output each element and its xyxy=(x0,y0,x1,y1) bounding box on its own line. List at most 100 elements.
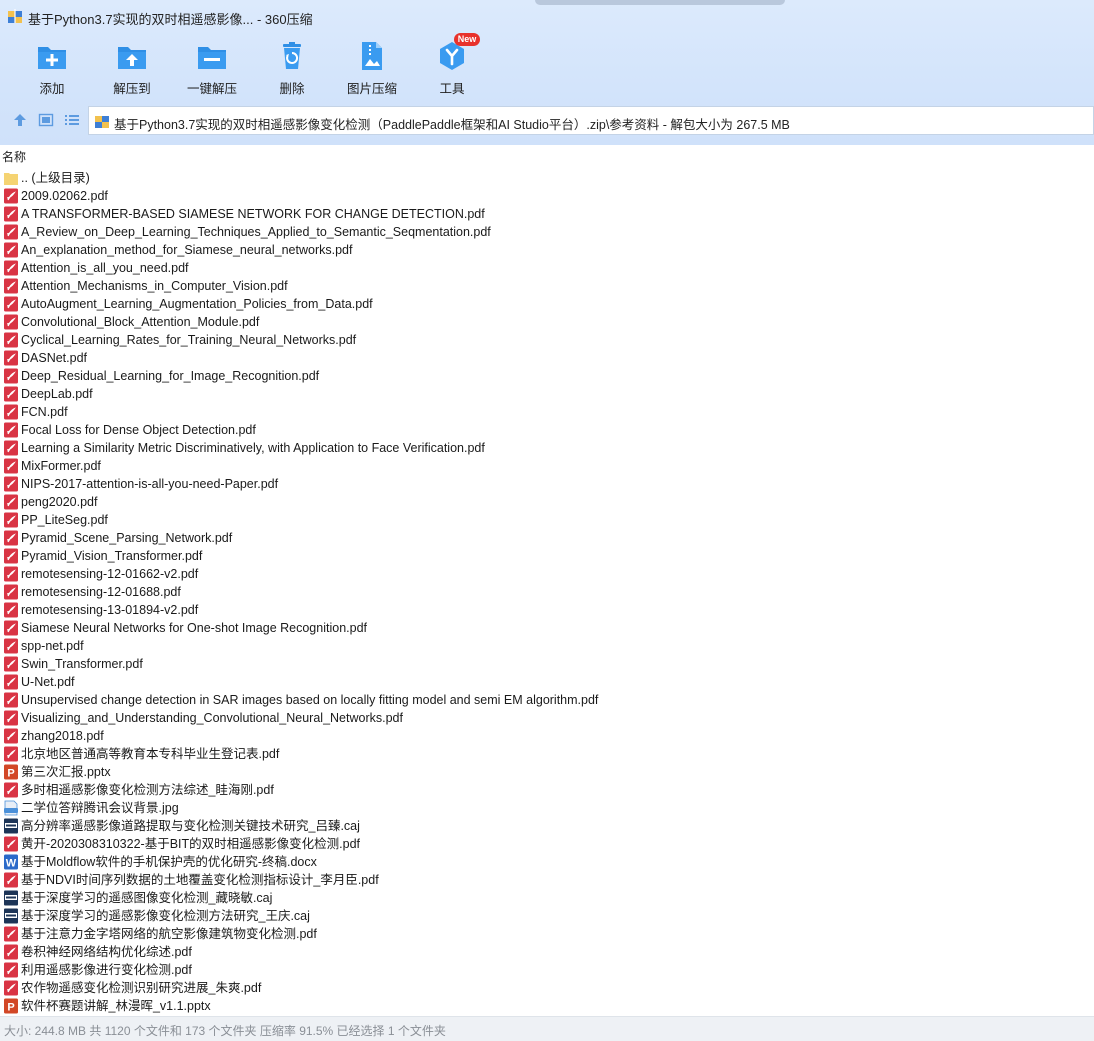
parent-directory-row[interactable]: .. (上级目录) xyxy=(0,169,1094,187)
list-view-icon[interactable] xyxy=(64,112,80,128)
file-row[interactable]: Attention_is_all_you_need.pdf xyxy=(0,259,1094,277)
file-row[interactable]: DeepLab.pdf xyxy=(0,385,1094,403)
file-row[interactable]: 北京地区普通高等教育本专科毕业生登记表.pdf xyxy=(0,745,1094,763)
file-name: Pyramid_Scene_Parsing_Network.pdf xyxy=(21,531,233,545)
file-row[interactable]: U-Net.pdf xyxy=(0,673,1094,691)
file-row[interactable]: spp-net.pdf xyxy=(0,637,1094,655)
file-row[interactable]: peng2020.pdf xyxy=(0,493,1094,511)
file-row[interactable]: 二学位答辩腾讯会议背景.jpg xyxy=(0,799,1094,817)
folder-file-icon xyxy=(3,170,19,186)
file-row[interactable]: Swin_Transformer.pdf xyxy=(0,655,1094,673)
file-row[interactable]: FCN.pdf xyxy=(0,403,1094,421)
file-row[interactable]: MixFormer.pdf xyxy=(0,457,1094,475)
file-name: Swin_Transformer.pdf xyxy=(21,657,143,671)
pdf-file-icon xyxy=(3,944,19,960)
file-name: 软件杯赛题讲解_林漫晖_v1.1.pptx xyxy=(21,999,211,1013)
file-row[interactable]: 基于NDVI时间序列数据的土地覆盖变化检测指标设计_李月臣.pdf xyxy=(0,871,1094,889)
file-row[interactable]: Pyramid_Vision_Transformer.pdf xyxy=(0,547,1094,565)
add-button[interactable]: 添加 xyxy=(12,36,92,98)
file-name: 基于Moldflow软件的手机保护壳的优化研究-终稿.docx xyxy=(21,855,317,869)
file-row[interactable]: 利用遥感影像进行变化检测.pdf xyxy=(0,961,1094,979)
pdf-file-icon xyxy=(3,638,19,654)
pdf-file-icon xyxy=(3,404,19,420)
thumbnail-view-icon[interactable] xyxy=(38,112,54,128)
column-header-name[interactable]: 名称 xyxy=(0,146,1094,164)
file-row[interactable]: DASNet.pdf xyxy=(0,349,1094,367)
up-folder-icon[interactable] xyxy=(12,112,28,128)
pptx-file-icon: P xyxy=(3,764,19,780)
pdf-file-icon xyxy=(3,458,19,474)
file-row[interactable]: Visualizing_and_Understanding_Convolutio… xyxy=(0,709,1094,727)
file-name: zhang2018.pdf xyxy=(21,729,104,743)
file-row[interactable]: remotesensing-13-01894-v2.pdf xyxy=(0,601,1094,619)
file-row[interactable]: PP_LiteSeg.pdf xyxy=(0,511,1094,529)
file-row[interactable]: NIPS-2017-attention-is-all-you-need-Pape… xyxy=(0,475,1094,493)
file-row[interactable]: Convolutional_Block_Attention_Module.pdf xyxy=(0,313,1094,331)
pptx-file-icon: P xyxy=(3,998,19,1014)
file-name: AutoAugment_Learning_Augmentation_Polici… xyxy=(21,297,373,311)
file-row[interactable]: Learning a Similarity Metric Discriminat… xyxy=(0,439,1094,457)
file-name: 基于深度学习的遥感影像变化检测方法研究_王庆.caj xyxy=(21,909,310,923)
new-badge: New xyxy=(454,33,480,46)
file-row[interactable]: 基于深度学习的遥感图像变化检测_藏晓敏.caj xyxy=(0,889,1094,907)
pdf-file-icon xyxy=(3,962,19,978)
file-name: remotesensing-12-01688.pdf xyxy=(21,585,181,599)
image-compress-button[interactable]: 图片压缩 xyxy=(332,36,412,98)
address-path: 基于Python3.7实现的双时相遥感影像变化检测（PaddlePaddle框架… xyxy=(114,118,790,132)
file-row[interactable]: 基于注意力金字塔网络的航空影像建筑物变化检测.pdf xyxy=(0,925,1094,943)
file-name: 基于NDVI时间序列数据的土地覆盖变化检测指标设计_李月臣.pdf xyxy=(21,873,379,887)
file-name: remotesensing-13-01894-v2.pdf xyxy=(21,603,199,617)
file-list: .. (上级目录) 2009.02062.pdf A TRANSFORMER-BAS… xyxy=(0,169,1094,1015)
file-row[interactable]: remotesensing-12-01688.pdf xyxy=(0,583,1094,601)
file-name: An_explanation_method_for_Siamese_neural… xyxy=(21,243,353,257)
docx-file-icon: W xyxy=(3,854,19,870)
title-bar: 基于Python3.7实现的双时相遥感影像... - 360压缩 xyxy=(0,0,1094,34)
file-row[interactable]: 高分辨率遥感影像道路提取与变化检测关键技术研究_吕臻.caj xyxy=(0,817,1094,835)
file-row[interactable]: Cyclical_Learning_Rates_for_Training_Neu… xyxy=(0,331,1094,349)
file-row[interactable]: Attention_Mechanisms_in_Computer_Vision.… xyxy=(0,277,1094,295)
delete-button[interactable]: 删除 xyxy=(252,36,332,98)
extract-to-button[interactable]: 解压到 xyxy=(92,36,172,98)
file-row[interactable]: P 第三次汇报.pptx xyxy=(0,763,1094,781)
file-name: A_Review_on_Deep_Learning_Techniques_App… xyxy=(21,225,491,239)
file-name: 高分辨率遥感影像道路提取与变化检测关键技术研究_吕臻.caj xyxy=(21,819,360,833)
file-name: Convolutional_Block_Attention_Module.pdf xyxy=(21,315,260,329)
column-header-label: 名称 xyxy=(2,150,27,164)
tools-button[interactable]: 工具 xyxy=(412,36,492,98)
pdf-file-icon xyxy=(3,728,19,744)
image-compress-icon xyxy=(362,42,382,70)
file-row[interactable]: 卷积神经网络结构优化综述.pdf xyxy=(0,943,1094,961)
file-row[interactable]: Deep_Residual_Learning_for_Image_Recogni… xyxy=(0,367,1094,385)
file-row[interactable]: 农作物遥感变化检测识别研究进展_朱爽.pdf xyxy=(0,979,1094,997)
pdf-file-icon xyxy=(3,710,19,726)
file-row[interactable]: zhang2018.pdf xyxy=(0,727,1094,745)
file-row[interactable]: remotesensing-12-01662-v2.pdf xyxy=(0,565,1094,583)
file-row[interactable]: Pyramid_Scene_Parsing_Network.pdf xyxy=(0,529,1094,547)
one-click-extract-label: 一键解压 xyxy=(186,82,237,96)
file-name: MixFormer.pdf xyxy=(21,459,101,473)
pdf-file-icon xyxy=(3,296,19,312)
one-click-extract-icon xyxy=(198,47,226,69)
one-click-extract-button[interactable]: 一键解压 xyxy=(172,36,252,98)
file-row[interactable]: A_Review_on_Deep_Learning_Techniques_App… xyxy=(0,223,1094,241)
file-row[interactable]: Focal Loss for Dense Object Detection.pd… xyxy=(0,421,1094,439)
file-row[interactable]: W 基于Moldflow软件的手机保护壳的优化研究-终稿.docx xyxy=(0,853,1094,871)
file-row[interactable]: AutoAugment_Learning_Augmentation_Polici… xyxy=(0,295,1094,313)
file-row[interactable]: A TRANSFORMER-BASED SIAMESE NETWORK FOR … xyxy=(0,205,1094,223)
file-row[interactable]: Siamese Neural Networks for One-shot Ima… xyxy=(0,619,1094,637)
file-row[interactable]: Unsupervised change detection in SAR ima… xyxy=(0,691,1094,709)
file-row[interactable]: 2009.02062.pdf xyxy=(0,187,1094,205)
file-row[interactable]: P 软件杯赛题讲解_林漫晖_v1.1.pptx xyxy=(0,997,1094,1015)
file-name: 农作物遥感变化检测识别研究进展_朱爽.pdf xyxy=(21,981,262,995)
file-name: 利用遥感影像进行变化检测.pdf xyxy=(21,963,192,977)
file-row[interactable]: 黄开-2020308310322-基于BIT的双时相遥感影像变化检测.pdf xyxy=(0,835,1094,853)
pdf-file-icon xyxy=(3,278,19,294)
file-row[interactable]: 多时相遥感影像变化检测方法综述_眭海刚.pdf xyxy=(0,781,1094,799)
title-drop-handle[interactable] xyxy=(535,0,785,5)
address-bar[interactable]: 基于Python3.7实现的双时相遥感影像变化检测（PaddlePaddle框架… xyxy=(88,106,1094,135)
pdf-file-icon xyxy=(3,512,19,528)
file-row[interactable]: An_explanation_method_for_Siamese_neural… xyxy=(0,241,1094,259)
file-name: A TRANSFORMER-BASED SIAMESE NETWORK FOR … xyxy=(21,207,485,221)
pdf-file-icon xyxy=(3,926,19,942)
file-row[interactable]: 基于深度学习的遥感影像变化检测方法研究_王庆.caj xyxy=(0,907,1094,925)
